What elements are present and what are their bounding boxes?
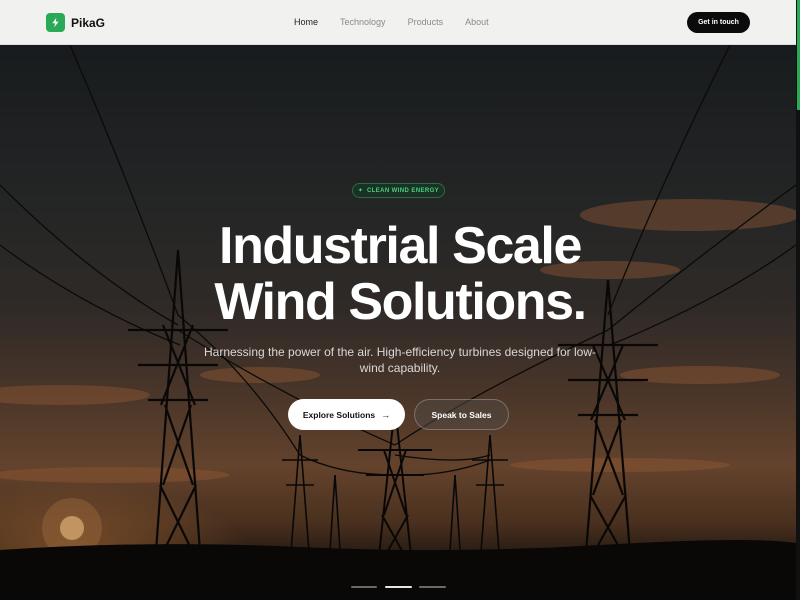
carousel-dot-3[interactable] <box>419 586 446 588</box>
nav-link-products[interactable]: Products <box>408 17 444 27</box>
nav-link-technology[interactable]: Technology <box>340 17 386 27</box>
nav-link-about[interactable]: About <box>465 17 489 27</box>
sparkle-icon: ✦ <box>357 188 363 194</box>
hero-headline-line-1: Industrial Scale <box>219 217 582 275</box>
navbar: PikaG Home Technology Products About Get… <box>0 0 796 45</box>
brand-logo[interactable]: PikaG <box>46 13 105 32</box>
nav-link-home[interactable]: Home <box>294 17 318 27</box>
brand-name: PikaG <box>71 15 106 30</box>
explore-solutions-button[interactable]: Explore Solutions → <box>288 399 405 430</box>
hero-subtitle: Harnessing the power of the air. High-ef… <box>204 345 596 375</box>
hero-headline-line-2: Wind Solutions. <box>214 273 587 331</box>
clean-energy-badge: ✦ CLEAN WIND ENERGY <box>352 183 445 198</box>
carousel-dot-1[interactable] <box>351 586 377 588</box>
speak-to-sales-button[interactable]: Speak to Sales <box>414 399 509 430</box>
badge-label: CLEAN WIND ENERGY <box>366 187 440 194</box>
arrow-right-icon: → <box>381 409 391 420</box>
lightning-icon <box>46 13 65 32</box>
carousel-dot-2-active[interactable] <box>385 586 412 588</box>
get-in-touch-button[interactable]: Get in touch <box>687 12 750 33</box>
explore-solutions-label: Explore Solutions <box>302 409 376 420</box>
nav-links: Home Technology Products About <box>294 17 511 27</box>
